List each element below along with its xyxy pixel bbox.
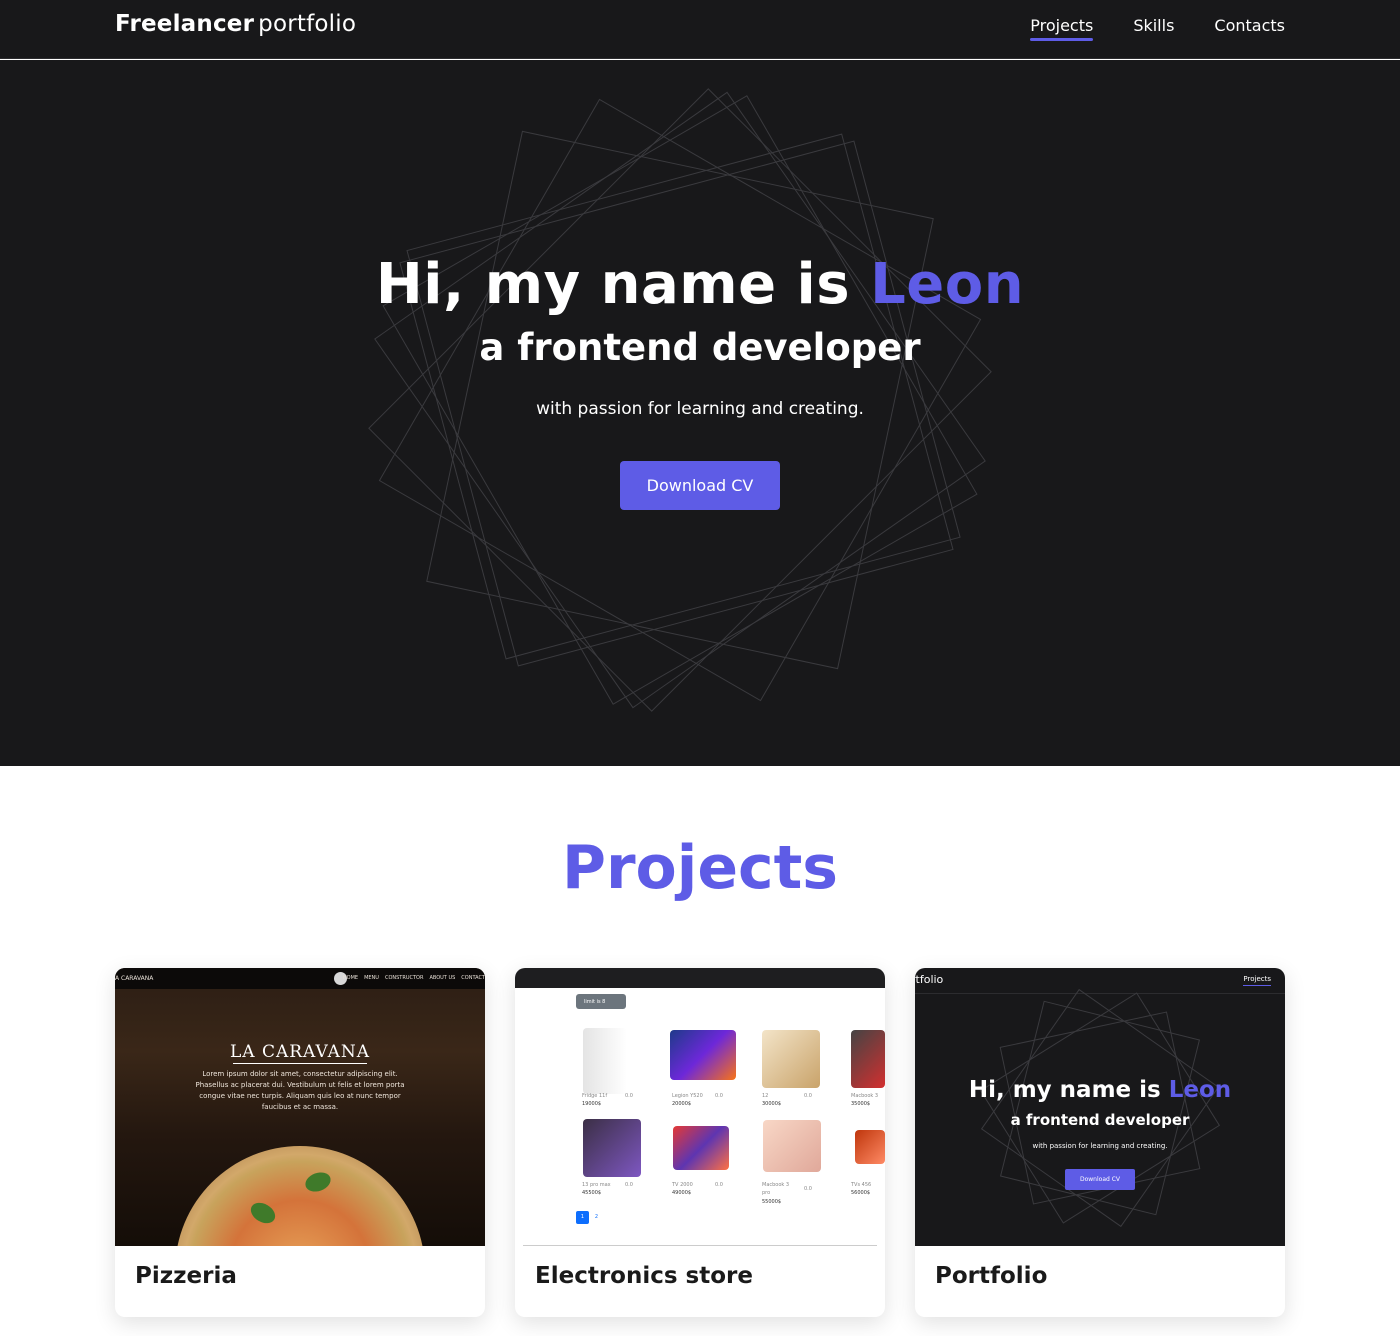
- projects-heading: Projects: [561, 833, 838, 903]
- hero-title: Hi, my name is Leon: [0, 252, 1400, 317]
- preview-heading: LA CARAVANA: [229, 1042, 371, 1062]
- product-name: TVs 456: [851, 1182, 872, 1188]
- preview-title: Hi, my name is Leon: [915, 1077, 1285, 1103]
- product-rating: 0.0: [625, 1182, 633, 1188]
- preview-nav-item: HOME: [342, 975, 359, 981]
- preview-title-prefix: Hi, my name is: [968, 1077, 1169, 1103]
- preview-navbar: [515, 968, 885, 988]
- product-name: TV 2000: [672, 1182, 693, 1188]
- product-rating: 0.0: [625, 1093, 633, 1099]
- product-price: 45500$: [582, 1190, 602, 1196]
- logo-thin-text: portfolio: [258, 11, 357, 37]
- product-rating: 0.0: [804, 1093, 812, 1099]
- project-title: Portfolio: [935, 1263, 1048, 1289]
- preview-divider: [523, 1245, 877, 1246]
- product-price: 56000$: [851, 1190, 871, 1196]
- site-logo[interactable]: Freelancer portfolio: [115, 11, 356, 37]
- hero-section: Hi, my name is Leon a frontend developer…: [0, 60, 1400, 766]
- pizza-image: [175, 1146, 425, 1246]
- project-title: Pizzeria: [135, 1263, 237, 1289]
- preview-description: with passion for learning and creating.: [1032, 1142, 1168, 1150]
- hero-title-name: Leon: [870, 252, 1025, 317]
- product-name: Macbook 3: [851, 1093, 879, 1099]
- product-name: Legion Y520: [672, 1093, 703, 1099]
- project-title: Electronics store: [535, 1263, 753, 1289]
- project-card-pizzeria[interactable]: A CARAVANA HOME MENU CONSTRUCTOR ABOUT U…: [115, 968, 485, 1317]
- preview-brand: A CARAVANA: [115, 975, 154, 982]
- preview-navbar: A CARAVANA HOME MENU CONSTRUCTOR ABOUT U…: [115, 968, 485, 989]
- nav-link-projects[interactable]: Projects: [1030, 16, 1094, 41]
- product-price: 30000$: [762, 1101, 782, 1107]
- product-rating: 0.0: [715, 1182, 723, 1188]
- project-card-portfolio[interactable]: rtfolio Projects Hi, my name is Leon a f…: [915, 968, 1285, 1317]
- preview-limit-dropdown: limit is 8: [576, 994, 626, 1009]
- preview-subtitle: a frontend developer: [1010, 1111, 1190, 1129]
- preview-background-pattern: [979, 988, 1221, 1228]
- preview-divider: [233, 1063, 367, 1064]
- hero-title-prefix: Hi, my name is: [375, 252, 871, 317]
- project-card-electronics-store[interactable]: limit is 8 Fridge 11f 19000$ 0.0 Legion …: [515, 968, 885, 1317]
- preview-nav: HOME MENU CONSTRUCTOR ABOUT US CONTACT: [343, 975, 485, 981]
- site-header: Freelancer portfolio Projects Skills Cont…: [0, 0, 1400, 59]
- product-name: 12: [762, 1093, 769, 1099]
- product-rating: 0.0: [804, 1186, 812, 1192]
- download-cv-button[interactable]: Download CV: [620, 461, 780, 510]
- product-image: [855, 1130, 885, 1164]
- logo-bold-text: Freelancer: [115, 11, 255, 37]
- project-thumbnail-pizzeria: A CARAVANA HOME MENU CONSTRUCTOR ABOUT U…: [115, 968, 485, 1246]
- product-price: 20000$: [672, 1101, 692, 1107]
- product-name: Macbook 3 pro: [762, 1182, 790, 1196]
- product-price: 49000$: [672, 1190, 692, 1196]
- hero-subtitle: a frontend developer: [479, 326, 921, 369]
- project-thumbnail-electronics: limit is 8 Fridge 11f 19000$ 0.0 Legion …: [515, 968, 885, 1246]
- product-name: Fridge 11f: [582, 1093, 608, 1099]
- nav-link-skills[interactable]: Skills: [1133, 16, 1174, 39]
- product-price: 55000$: [762, 1199, 782, 1205]
- product-image: [673, 1126, 729, 1170]
- preview-nav-item: ABOUT US: [429, 975, 456, 981]
- preview-page-2: 2: [594, 1214, 599, 1220]
- product-image: [670, 1030, 736, 1080]
- product-name: 13 pro max: [582, 1182, 611, 1188]
- preview-page-1: 1: [576, 1211, 589, 1224]
- product-price: 19000$: [582, 1101, 602, 1107]
- product-price: 35000$: [851, 1101, 871, 1107]
- product-image: [762, 1030, 820, 1088]
- nav-link-contacts[interactable]: Contacts: [1214, 16, 1285, 39]
- preview-text: Lorem ipsum dolor sit amet, consectetur …: [195, 1070, 405, 1111]
- preview-nav-item: MENU: [364, 975, 379, 981]
- preview-cv-button: Download CV: [1065, 1169, 1135, 1190]
- preview-nav-item: CONSTRUCTOR: [384, 975, 424, 981]
- preview-title-name: Leon: [1168, 1077, 1232, 1103]
- product-image: [583, 1119, 641, 1177]
- preview-nav-item: CONTACT: [461, 975, 485, 981]
- product-image: [583, 1028, 627, 1094]
- project-thumbnail-portfolio: rtfolio Projects Hi, my name is Leon a f…: [915, 968, 1285, 1246]
- product-rating: 0.0: [715, 1093, 723, 1099]
- main-nav: Projects Skills Contacts: [1030, 16, 1285, 41]
- product-image: [851, 1030, 885, 1088]
- product-image: [763, 1120, 821, 1172]
- hero-description: with passion for learning and creating.: [536, 399, 864, 419]
